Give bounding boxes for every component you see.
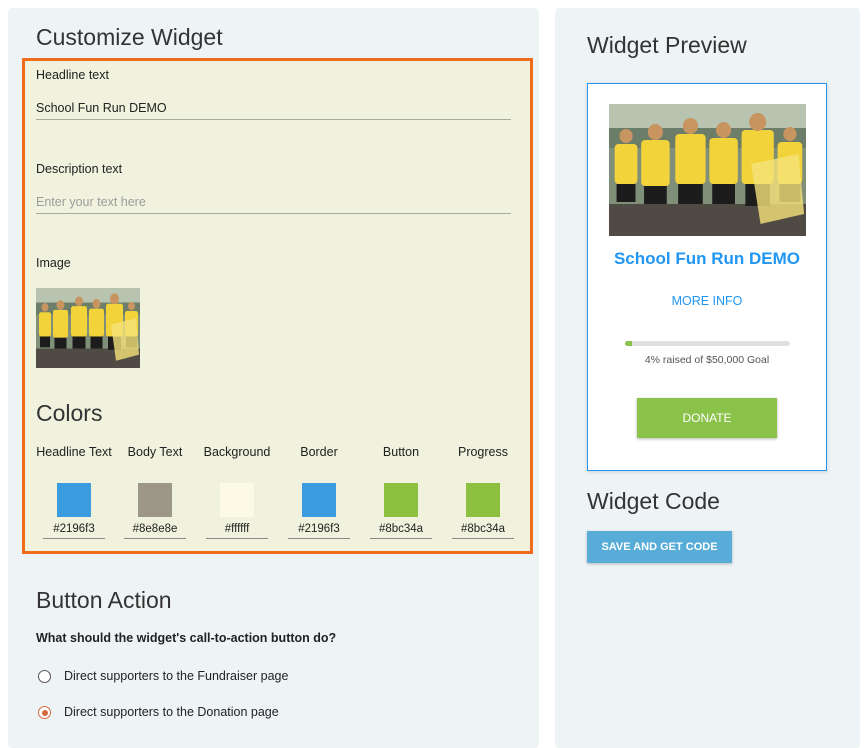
customize-title: Customize Widget [36, 24, 223, 50]
raised-text: 4% raised of $50,000 Goal [644, 354, 770, 366]
color-label: Button [382, 445, 420, 459]
headline-label: Headline text [36, 68, 109, 82]
description-label: Description text [36, 162, 123, 176]
preview-image [609, 104, 806, 236]
color-hex-input[interactable]: #2196f3 [43, 523, 105, 539]
color-hex-input[interactable]: #8bc34a [370, 523, 432, 539]
widget-code-title: Widget Code [587, 488, 720, 514]
color-hex-input[interactable]: #ffffff [206, 523, 268, 539]
image-label: Image [36, 256, 71, 270]
color-swatch[interactable] [466, 483, 500, 517]
color-hex-input[interactable]: #2196f3 [288, 523, 350, 539]
color-label: Border [300, 445, 338, 459]
image-thumbnail[interactable] [36, 288, 140, 368]
color-label: Body Text [127, 445, 183, 459]
save-and-get-code-button[interactable]: SAVE AND GET CODE [587, 531, 732, 563]
radio-donation[interactable] [38, 706, 51, 719]
progress-fill [625, 341, 632, 346]
color-swatch[interactable] [220, 483, 254, 517]
color-swatch[interactable] [57, 483, 91, 517]
colors-title: Colors [36, 400, 103, 426]
donate-button[interactable]: DONATE [637, 398, 777, 438]
color-label: Progress [457, 445, 509, 459]
description-input[interactable] [36, 190, 511, 214]
button-action-title: Button Action [36, 587, 172, 613]
widget-preview-card: School Fun Run DEMO MORE INFO 4% raised … [587, 83, 827, 471]
radio-fundraiser-label: Direct supporters to the Fundraiser page [64, 669, 289, 683]
button-action-question: What should the widget's call-to-action … [36, 631, 337, 645]
progress-bar [625, 341, 790, 346]
headline-input[interactable] [36, 96, 511, 120]
widget-preview-title: Widget Preview [587, 32, 747, 58]
color-swatch[interactable] [138, 483, 172, 517]
color-label: Background [203, 445, 271, 459]
radio-donation-label: Direct supporters to the Donation page [64, 705, 279, 719]
color-swatch[interactable] [384, 483, 418, 517]
color-hex-input[interactable]: #8e8e8e [124, 523, 186, 539]
radio-fundraiser[interactable] [38, 670, 51, 683]
more-info-link[interactable]: MORE INFO [588, 294, 826, 308]
color-swatch[interactable] [302, 483, 336, 517]
color-hex-input[interactable]: #8bc34a [452, 523, 514, 539]
preview-headline: School Fun Run DEMO [613, 249, 801, 268]
color-label: Headline Text [36, 445, 112, 459]
